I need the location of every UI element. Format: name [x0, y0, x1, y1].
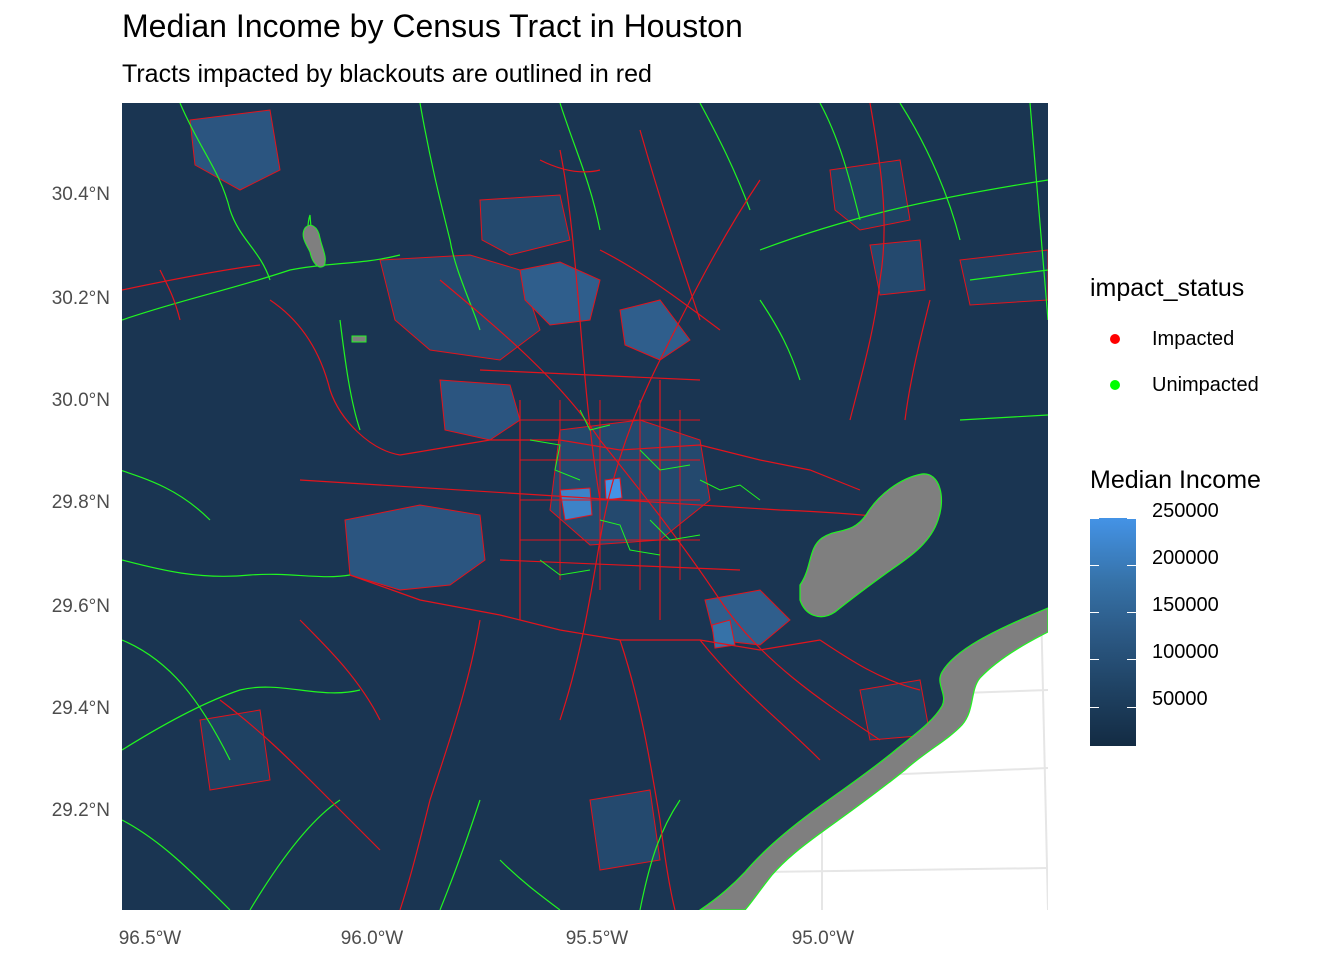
y-tick-label: 29.2°N [52, 800, 110, 821]
impact-status-legend: impact_status Impacted Unimpacted [1090, 274, 1259, 396]
colorbar-tick-label: 250000 [1152, 500, 1219, 522]
colorbar-tick-label: 100000 [1152, 641, 1219, 663]
legend-label: Impacted [1152, 328, 1235, 350]
y-tick-label: 30.2°N [52, 288, 110, 309]
y-tick-label: 30.4°N [52, 184, 110, 205]
small-lake [351, 335, 367, 343]
x-axis: 96.5°W 96.0°W 95.5°W 95.0°W [119, 928, 855, 949]
y-tick-label: 29.6°N [52, 596, 110, 617]
colorbar-tick-label: 150000 [1152, 594, 1219, 616]
unimpacted-dot-icon [1110, 380, 1120, 390]
x-tick-label: 95.0°W [792, 928, 855, 949]
colorbar-tick-label: 200000 [1152, 547, 1219, 569]
y-tick-label: 29.8°N [52, 492, 110, 513]
median-income-legend: Median Income 250000 200000 150000 10000… [1090, 466, 1261, 746]
legend-label: Unimpacted [1152, 374, 1259, 396]
x-tick-label: 95.5°W [566, 928, 629, 949]
x-tick-label: 96.5°W [119, 928, 182, 949]
y-axis: 30.4°N 30.2°N 30.0°N 29.8°N 29.6°N 29.4°… [52, 184, 110, 821]
impacted-dot-icon [1110, 334, 1120, 344]
impact-legend-title: impact_status [1090, 274, 1245, 302]
income-colorbar [1090, 518, 1136, 746]
y-tick-label: 30.0°N [52, 390, 110, 411]
x-tick-label: 96.0°W [341, 928, 404, 949]
income-legend-title: Median Income [1090, 466, 1261, 494]
colorbar-tick-label: 50000 [1152, 688, 1208, 710]
y-tick-label: 29.4°N [52, 698, 110, 719]
